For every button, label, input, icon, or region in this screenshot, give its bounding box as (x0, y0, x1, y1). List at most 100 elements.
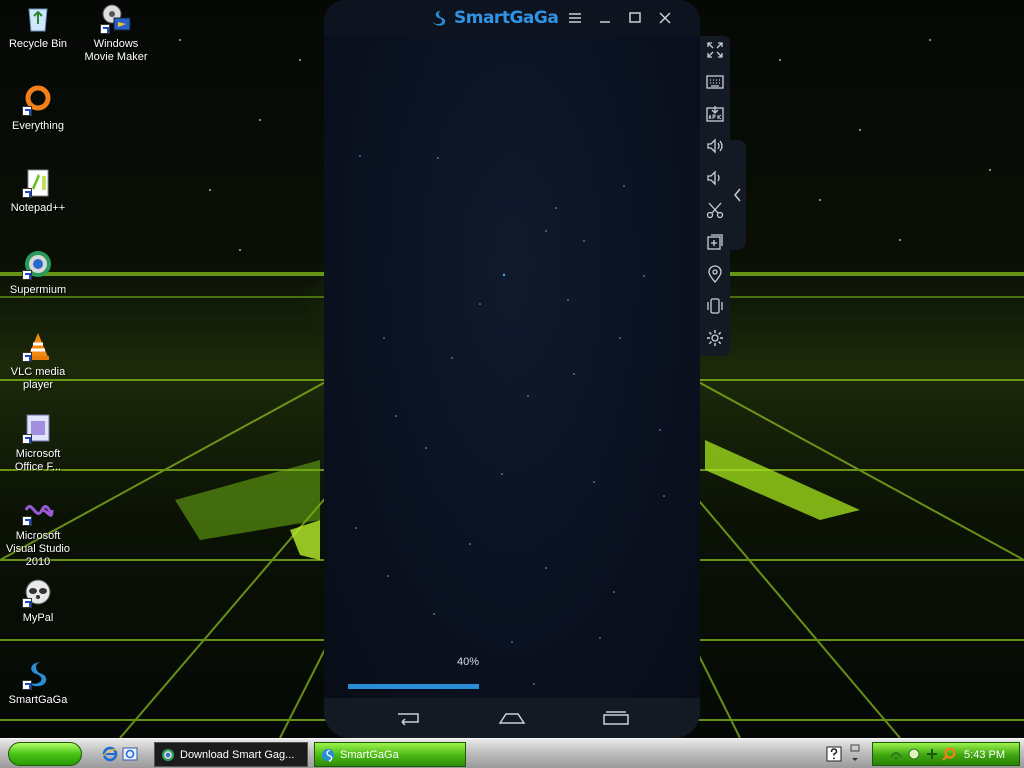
clock[interactable]: 5:43 PM (964, 749, 1005, 761)
android-navigation-bar (324, 698, 700, 738)
emulator-side-toolbar (700, 36, 730, 356)
help-button[interactable] (826, 746, 842, 762)
starfield-background (355, 155, 665, 685)
nav-recents-button[interactable] (602, 710, 630, 726)
everything-search-icon (22, 84, 54, 116)
chevron-left-icon (734, 188, 741, 202)
home-icon (498, 713, 526, 724)
multi-instance-button[interactable] (705, 232, 725, 252)
recent-apps-icon (603, 711, 629, 725)
taskbar-item-download-smartgaga[interactable]: Download Smart Gag... (154, 742, 308, 767)
keyboard-icon (706, 75, 724, 89)
settings-icon (707, 330, 723, 346)
quick-launch-browser[interactable] (122, 746, 138, 762)
shake-icon (707, 298, 723, 314)
search-icon[interactable] (941, 746, 957, 762)
location-button[interactable] (705, 264, 725, 284)
smartgaga-swan-icon (321, 748, 335, 762)
desktop-icon-windows-movie-maker[interactable]: Windows Movie Maker (78, 2, 154, 64)
android-screen[interactable]: 40% (324, 36, 700, 698)
back-arrow-icon (398, 713, 419, 726)
desktop-icon-everything[interactable]: Everything (0, 84, 76, 133)
taskbar-item-smartgaga[interactable]: SmartGaGa (314, 742, 466, 767)
supermium-browser-icon (22, 248, 54, 280)
volume-down-button[interactable] (705, 168, 725, 188)
shortcut-arrow-icon (22, 598, 32, 608)
taskbar-item-label: SmartGaGa (340, 748, 399, 761)
shortcut-arrow-icon (22, 270, 32, 280)
network-icon[interactable] (889, 747, 903, 761)
desktop-icon-notepad-plus-plus[interactable]: Notepad++ (0, 166, 76, 215)
desktop-icon-smartgaga[interactable]: SmartGaGa (0, 658, 76, 707)
internet-explorer-icon (102, 746, 118, 762)
movie-maker-icon (100, 2, 132, 34)
app-logo: SmartGaGa (430, 8, 559, 28)
keyboard-button[interactable] (705, 72, 725, 92)
shortcut-arrow-icon (22, 680, 32, 690)
desktop-icon-visual-studio[interactable]: Microsoft Visual Studio 2010 (0, 494, 76, 569)
toolbar-collapse-button[interactable] (730, 140, 746, 250)
desktop-icon-recycle-bin[interactable]: Recycle Bin (0, 2, 76, 51)
window-title: SmartGaGa (454, 8, 559, 28)
shortcut-arrow-icon (22, 352, 32, 362)
menu-button[interactable] (566, 9, 584, 27)
apk-install-button[interactable] (705, 104, 725, 124)
close-icon (659, 12, 671, 24)
vlc-cone-icon (22, 330, 54, 362)
system-tray: 5:43 PM (872, 742, 1020, 766)
desktop-icon-microsoft-office[interactable]: Microsoft Office F... (0, 412, 76, 474)
smartgaga-window: SmartGaGa 40% (324, 0, 700, 738)
fullscreen-button[interactable] (705, 40, 725, 60)
hamburger-menu-icon (569, 13, 581, 23)
tray-app-icon[interactable] (925, 747, 939, 761)
desktop-icon-supermium[interactable]: Supermium (0, 248, 76, 297)
recycle-bin-icon (22, 2, 54, 34)
updown-arrows-icon (850, 744, 860, 761)
browser-window-icon (122, 747, 138, 761)
desktop-icon-label: Microsoft Visual Studio 2010 (5, 530, 70, 568)
desktop-icon-label: Recycle Bin (8, 38, 68, 50)
window-titlebar[interactable]: SmartGaGa (324, 0, 700, 36)
desktop-icon-label: Windows Movie Maker (84, 38, 148, 63)
start-button[interactable] (8, 742, 82, 766)
location-icon (708, 265, 722, 283)
desktop-icon-label: Notepad++ (10, 202, 66, 214)
loading-progress-fill (348, 684, 479, 689)
desktop-icon-label: MyPal (22, 612, 54, 624)
smartgaga-swan-icon (432, 10, 446, 26)
apk-install-icon (706, 106, 724, 122)
scissors-icon (706, 202, 724, 219)
supermium-browser-icon (161, 748, 175, 761)
notepad-plus-plus-icon (22, 166, 54, 198)
volume-up-button[interactable] (705, 136, 725, 156)
screenshot-button[interactable] (705, 200, 725, 220)
loading-percent: 40% (456, 656, 480, 668)
help-icon (826, 746, 842, 762)
taskbar-scroll-arrows[interactable] (850, 743, 860, 765)
minimize-button[interactable] (596, 9, 614, 27)
taskbar-item-label: Download Smart Gag... (180, 748, 295, 761)
loading-progress-bar (348, 684, 676, 689)
volume-up-icon (707, 138, 723, 154)
shortcut-arrow-icon (100, 24, 110, 34)
mypal-raccoon-icon (22, 576, 54, 608)
settings-button[interactable] (705, 328, 725, 348)
nav-home-button[interactable] (498, 710, 526, 726)
visual-studio-icon (22, 494, 54, 526)
shortcut-arrow-icon (22, 188, 32, 198)
close-button[interactable] (656, 9, 674, 27)
office-document-icon (22, 412, 54, 444)
desktop-icon-label: Supermium (9, 284, 67, 296)
quick-launch-internet-explorer[interactable] (102, 746, 118, 762)
shortcut-arrow-icon (22, 106, 32, 116)
volume-down-icon (707, 170, 720, 186)
shortcut-arrow-icon (22, 516, 32, 526)
tray-app-icon[interactable] (907, 747, 921, 761)
maximize-button[interactable] (626, 9, 644, 27)
nav-back-button[interactable] (394, 710, 422, 726)
desktop-icon-label: Everything (12, 120, 64, 132)
shake-button[interactable] (705, 296, 725, 316)
smartgaga-swan-icon (22, 658, 54, 690)
desktop-icon-mypal[interactable]: MyPal (0, 576, 76, 625)
desktop-icon-vlc[interactable]: VLC media player (0, 330, 76, 392)
